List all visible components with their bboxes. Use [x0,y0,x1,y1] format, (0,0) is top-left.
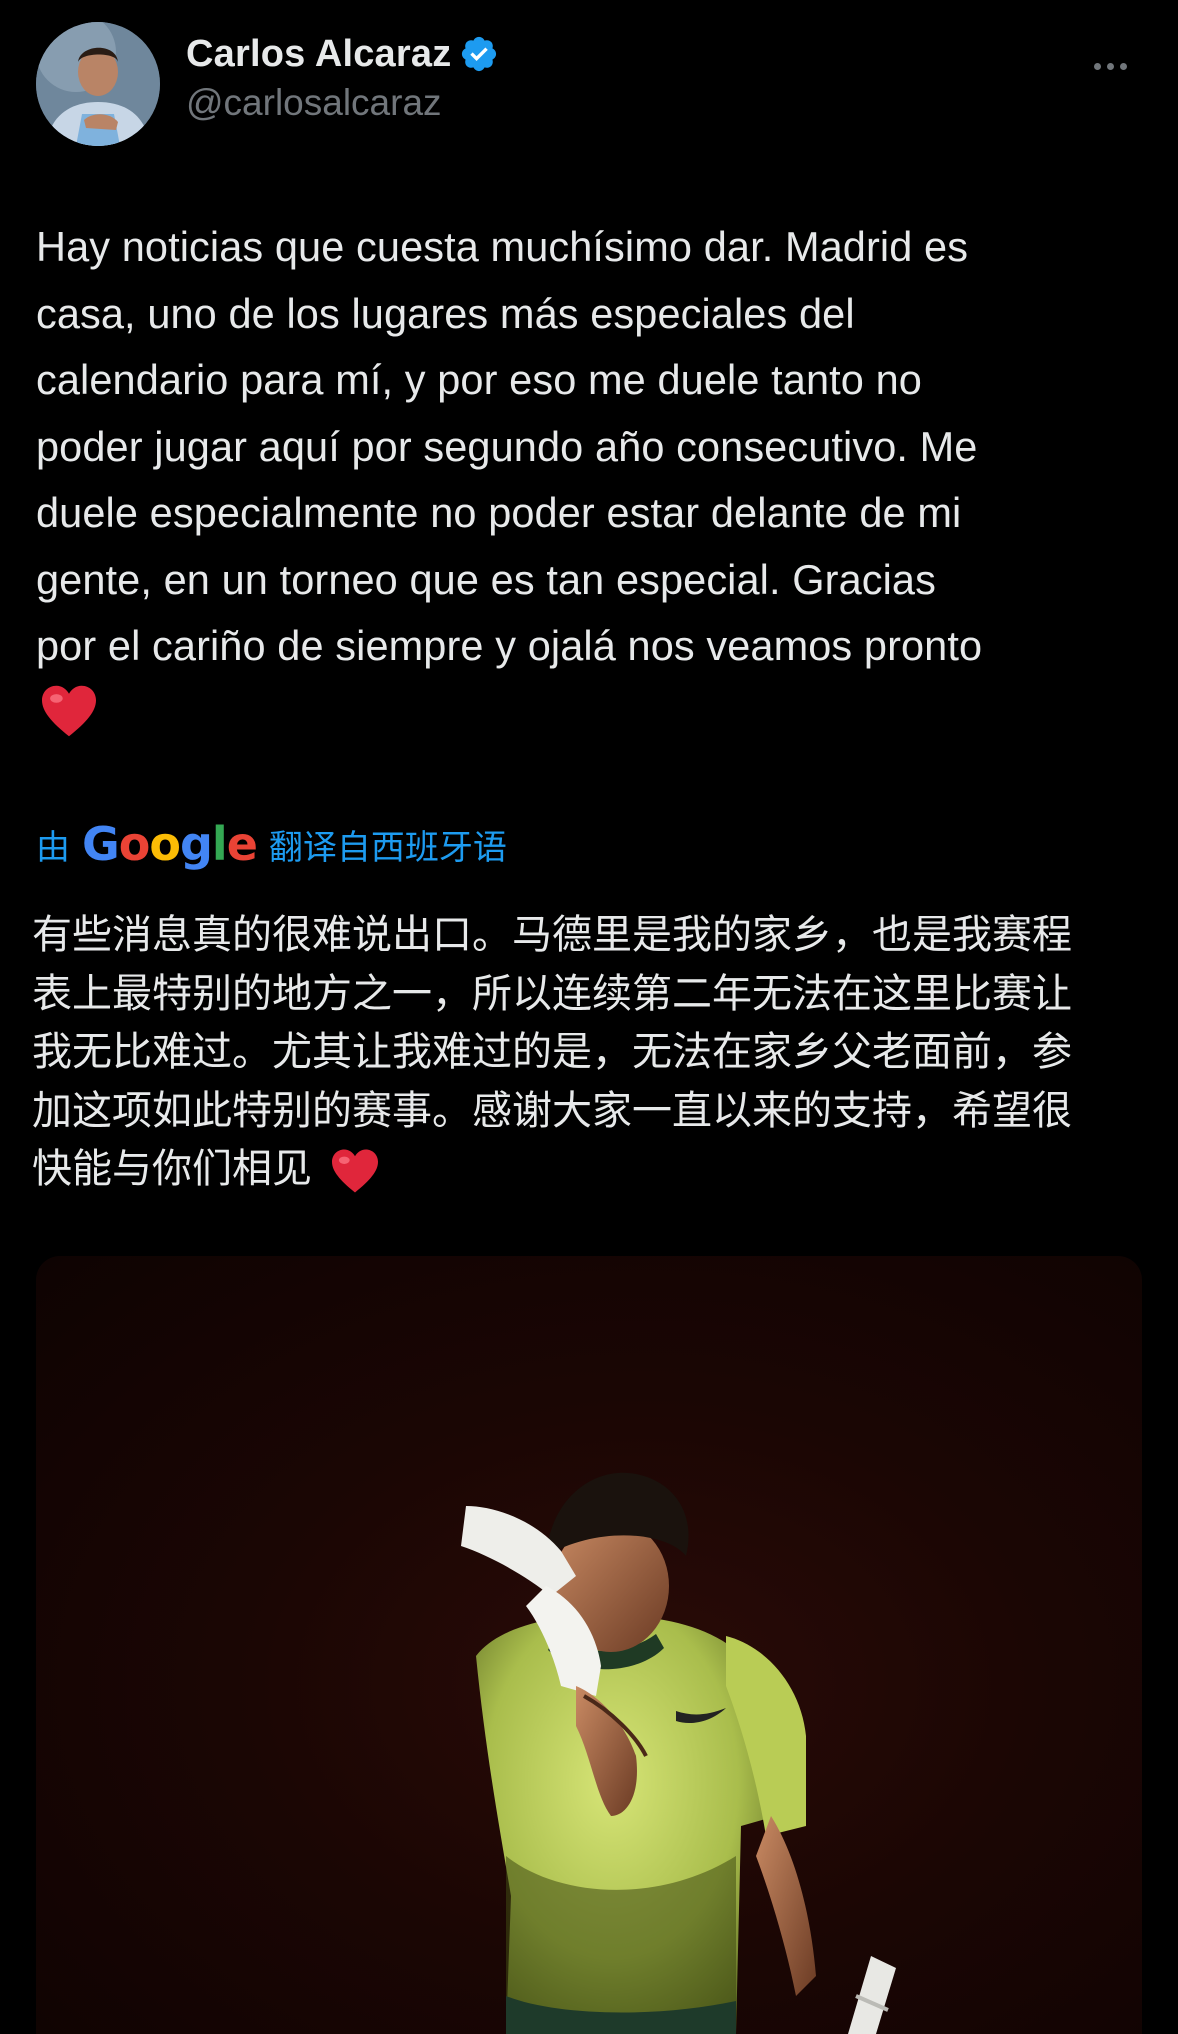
translate-source-language: 翻译自西班牙语 [268,828,507,867]
tennis-player-photo-icon [461,1472,896,2034]
translated-by-google-link[interactable]: 由 Google 翻译自西班牙语 [36,816,507,872]
translate-prefix: 由 [36,828,70,867]
tweet-page: Carlos Alcaraz @carlosalcaraz Hay notici… [0,0,1178,2034]
more-options-button[interactable] [1082,48,1138,84]
avatar-photo-icon [36,22,160,146]
tweet-text: Hay noticias que cuesta muchísimo dar. M… [36,223,983,669]
tweet-media-photo[interactable] [36,1256,1142,2034]
red-heart-icon [332,1149,378,1193]
more-dot-icon [1119,62,1127,70]
translated-tweet-text: 有些消息真的很难说出口。马德里是我的家乡，也是我赛程 表上最特别的地方之一，所以… [32,912,1072,1192]
author-name-row: Carlos Alcaraz [186,30,499,78]
author-display-name[interactable]: Carlos Alcaraz [186,33,451,76]
author-avatar[interactable] [36,22,160,146]
more-dot-icon [1106,62,1114,70]
google-logo-icon: Google [82,817,258,871]
author-handle[interactable]: @carlosalcaraz [186,82,499,124]
author-name-block: Carlos Alcaraz @carlosalcaraz [186,30,499,124]
red-heart-icon [42,685,96,737]
more-dot-icon [1093,62,1101,70]
verified-badge-icon [462,36,497,72]
tweet-header: Carlos Alcaraz @carlosalcaraz [36,22,1142,146]
